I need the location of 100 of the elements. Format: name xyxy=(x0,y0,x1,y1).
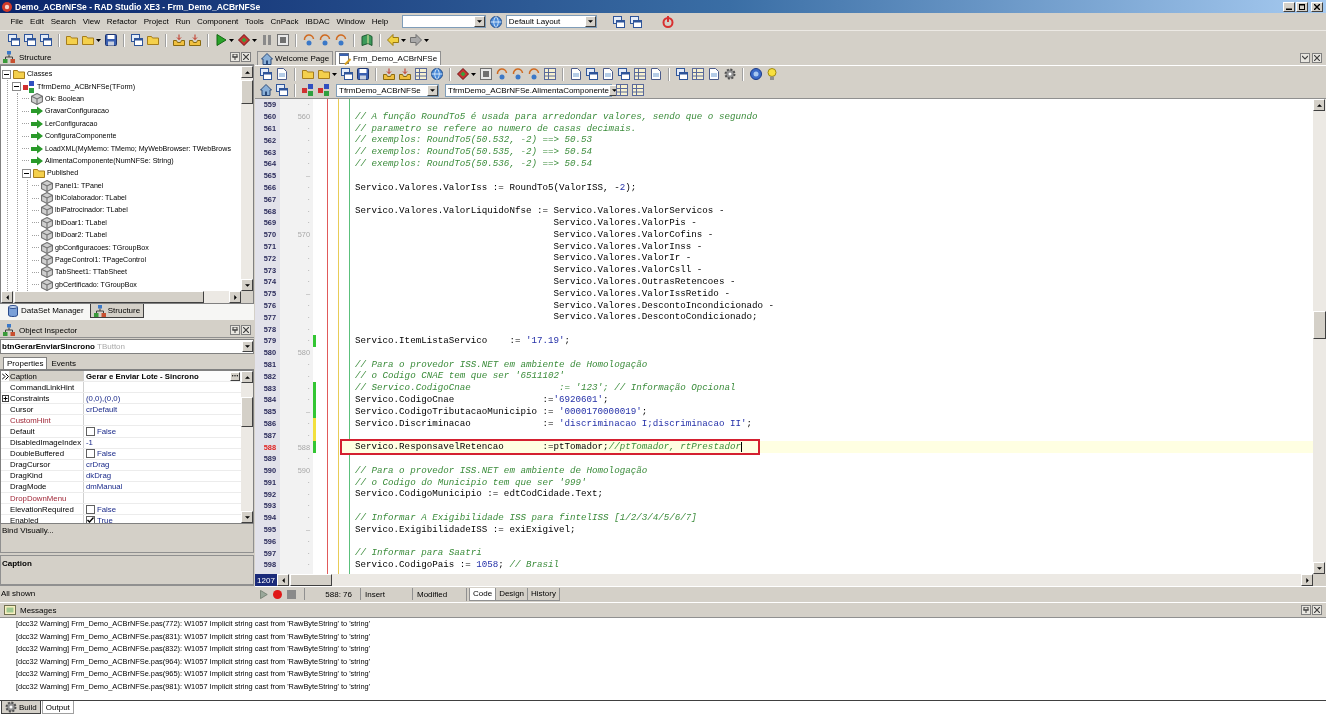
horizontal-scrollbar[interactable] xyxy=(277,574,1313,586)
minus-box-icon[interactable] xyxy=(22,168,31,178)
page-icon[interactable] xyxy=(708,68,720,80)
close-button[interactable] xyxy=(241,325,251,335)
tab-list-button[interactable] xyxy=(1300,52,1310,63)
diamond-icon[interactable] xyxy=(238,34,250,46)
grid-icon[interactable] xyxy=(632,84,644,96)
scroll-button[interactable] xyxy=(277,574,289,586)
editor-tab[interactable]: Frm_Demo_ACBrNFSe xyxy=(335,51,442,65)
page-icon[interactable] xyxy=(570,68,582,80)
class-dropdown[interactable]: TfrmDemo_ACBrNFSe xyxy=(336,83,439,97)
ellipsis-button[interactable] xyxy=(230,371,240,381)
horizontal-scrollbar[interactable] xyxy=(1,291,241,303)
scroll-button[interactable] xyxy=(1313,562,1325,574)
windows-icon[interactable] xyxy=(260,68,272,80)
curved-arrow-icon[interactable] xyxy=(303,34,315,46)
vertical-scrollbar[interactable] xyxy=(241,371,253,523)
scroll-button[interactable] xyxy=(241,511,253,523)
curved-arrow-icon[interactable] xyxy=(496,68,508,80)
disc-icon[interactable] xyxy=(750,68,762,80)
scrollbar-thumb[interactable] xyxy=(241,80,253,104)
minus-box-icon[interactable] xyxy=(2,69,11,79)
layout-dropdown[interactable]: Default Layout xyxy=(505,15,597,28)
caret-icon[interactable] xyxy=(471,72,476,76)
menu-item[interactable]: Window xyxy=(333,17,369,26)
view-tab[interactable]: Code xyxy=(469,587,497,601)
panel-tab[interactable]: Build xyxy=(1,701,41,714)
grid-icon[interactable] xyxy=(634,68,646,80)
power-icon[interactable] xyxy=(661,15,674,28)
windows-icon[interactable] xyxy=(586,68,598,80)
grid-icon[interactable] xyxy=(616,84,628,96)
caret-icon[interactable] xyxy=(252,38,257,42)
panel-tab[interactable]: Structure xyxy=(89,304,145,318)
vertical-scrollbar[interactable] xyxy=(1313,99,1326,574)
page-icon[interactable] xyxy=(650,68,662,80)
curved-arrow-icon[interactable] xyxy=(528,68,540,80)
close-button[interactable] xyxy=(1312,52,1322,63)
close-button[interactable] xyxy=(1312,605,1322,615)
record-icon[interactable] xyxy=(273,589,282,599)
menu-item[interactable]: File xyxy=(7,17,27,26)
pin-button[interactable] xyxy=(230,52,240,62)
windows-icon[interactable] xyxy=(618,68,630,80)
windows-icon[interactable] xyxy=(341,68,353,80)
curved-arrow-icon[interactable] xyxy=(319,34,331,46)
page-icon[interactable] xyxy=(276,68,288,80)
menu-item[interactable]: Project xyxy=(140,17,173,26)
tray-icon[interactable] xyxy=(189,34,201,46)
tray-icon[interactable] xyxy=(399,68,411,80)
close-button[interactable] xyxy=(241,52,251,62)
scrollbar-thumb[interactable] xyxy=(14,291,204,303)
pin-button[interactable] xyxy=(1301,605,1311,615)
book-icon[interactable] xyxy=(361,34,373,46)
component-selector[interactable]: btnGerarEnviarSincrono TButton xyxy=(0,339,254,354)
curved-arrow-icon[interactable] xyxy=(335,34,347,46)
windows-icon[interactable] xyxy=(629,15,642,28)
blocks-icon[interactable] xyxy=(318,84,330,96)
menu-item[interactable]: Refactor xyxy=(103,17,141,26)
grid-icon[interactable] xyxy=(692,68,704,80)
tray-icon[interactable] xyxy=(173,34,185,46)
view-tab[interactable]: History xyxy=(527,587,560,601)
menu-item[interactable]: Tools xyxy=(241,17,268,26)
checkbox[interactable] xyxy=(86,427,95,436)
scroll-button[interactable] xyxy=(1313,99,1325,111)
menu-item[interactable]: View xyxy=(79,17,104,26)
windows-icon[interactable] xyxy=(8,34,20,46)
minimize-button[interactable] xyxy=(1283,1,1295,12)
windows-icon[interactable] xyxy=(24,34,36,46)
scroll-button[interactable] xyxy=(1301,574,1313,586)
dropdown-button[interactable] xyxy=(242,341,253,352)
windows-icon[interactable] xyxy=(40,34,52,46)
blocks-icon[interactable] xyxy=(302,84,314,96)
menu-item[interactable]: Component xyxy=(193,17,242,26)
play-icon[interactable] xyxy=(215,34,227,46)
maximize-button[interactable] xyxy=(1296,1,1308,12)
checkbox[interactable] xyxy=(86,504,95,514)
dropdown-button[interactable] xyxy=(427,84,438,96)
dropdown-field[interactable] xyxy=(401,15,486,28)
folder-icon[interactable] xyxy=(147,34,159,46)
grid-icon[interactable] xyxy=(544,68,556,80)
checkbox[interactable] xyxy=(86,515,95,523)
windows-icon[interactable] xyxy=(676,68,688,80)
tray-icon[interactable] xyxy=(383,68,395,80)
scroll-button[interactable] xyxy=(241,279,253,291)
inspector-tab[interactable]: Events xyxy=(47,357,80,369)
dropdown-button[interactable] xyxy=(584,16,596,27)
windows-icon[interactable] xyxy=(276,84,288,96)
inspector-tab[interactable]: Properties xyxy=(3,357,48,369)
windows-icon[interactable] xyxy=(131,34,143,46)
scrollbar-thumb[interactable] xyxy=(241,397,253,427)
plus-box-icon[interactable] xyxy=(1,394,9,402)
curved-arrow-icon[interactable] xyxy=(512,68,524,80)
caret-icon[interactable] xyxy=(229,38,234,42)
diamond-icon[interactable] xyxy=(457,68,469,80)
page-icon[interactable] xyxy=(602,68,614,80)
dropdown-button[interactable] xyxy=(473,16,485,27)
scrollbar-thumb[interactable] xyxy=(290,574,332,586)
pin-button[interactable] xyxy=(230,325,240,335)
vertical-scrollbar[interactable] xyxy=(241,66,253,291)
menu-item[interactable]: Run xyxy=(172,17,194,26)
caret-icon[interactable] xyxy=(96,38,101,42)
